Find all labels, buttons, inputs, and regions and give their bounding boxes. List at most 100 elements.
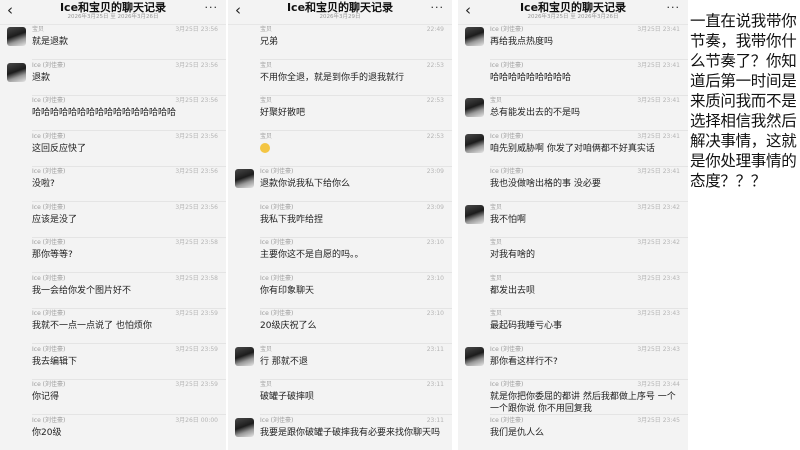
avatar[interactable] [465, 133, 484, 153]
more-icon[interactable]: ··· [205, 1, 219, 15]
message-time: 3月25日 23:56 [175, 97, 218, 104]
divider [490, 236, 688, 238]
message-text: 哈哈哈哈哈哈哈哈哈 [490, 72, 572, 83]
message-item[interactable]: 宝贝 22:53 不用你全退，就是到你手的退我就行 [228, 62, 452, 96]
message-item[interactable]: Ice (刘佳豪) 3月25日 23:59 你记得 [0, 381, 226, 415]
message-text: 就是你把你委屈的都讲 然后我都做上序号 一个一个跟你说 你不用回复我 [490, 392, 676, 414]
message-item[interactable]: 宝贝 3月25日 23:43 最起码我睡亏心事 [458, 310, 688, 344]
message-item[interactable]: Ice (刘佳豪) 3月25日 23:56 应该是没了 [0, 204, 226, 238]
chat-title: Ice和宝贝的聊天记录 [59, 1, 167, 14]
divider [490, 59, 688, 60]
more-icon[interactable]: ··· [431, 1, 445, 15]
message-item[interactable]: Ice (刘佳豪) 23:09 我私下我咋给捏 [228, 204, 452, 238]
divider [32, 272, 226, 273]
message-item[interactable]: 宝贝 23:11 行 那就不退 [228, 346, 452, 380]
chat-screen-3: ‹ Ice和宝贝的聊天记录 2026年3月25日 至 2026年3月26日 ··… [458, 0, 688, 450]
message-item[interactable]: 宝贝 22:49 兄弟 [228, 26, 452, 60]
sender-name: Ice (刘佳豪) [32, 381, 66, 388]
message-item[interactable]: Ice (刘佳豪) 3月25日 23:41 我也没做啥出格的事 没必要 [458, 168, 688, 202]
message-item[interactable]: Ice (刘佳豪) 23:11 我要是跟你破罐子破摔我有必要来找你聊天吗 [228, 417, 452, 450]
sender-name: 宝贝 [260, 61, 273, 69]
divider [260, 307, 452, 309]
message-text: 兄弟 [260, 37, 279, 47]
avatar[interactable] [465, 204, 484, 224]
avatar[interactable] [235, 169, 254, 188]
message-item[interactable]: Ice (刘佳豪) 3月25日 23:56 退款 [0, 62, 226, 96]
sender-name: Ice (刘佳豪) [32, 310, 66, 317]
message-text: 退款 [32, 72, 51, 83]
sender-name: Ice (刘佳豪) [32, 239, 66, 246]
message-item[interactable]: Ice (刘佳豪) 23:10 主要你这不是自愿的吗。。 [228, 239, 452, 273]
message-time: 23:09 [426, 168, 444, 175]
message-time: 23:09 [426, 203, 444, 211]
sender-name: 宝贝 [490, 239, 503, 246]
chat-screen-1: ‹ Ice和宝贝的聊天记录 2026年3月25日 至 2026年3月26日 ··… [0, 0, 226, 450]
message-item[interactable]: Ice (刘佳豪) 3月25日 23:56 哈哈哈哈哈哈哈哈哈哈哈哈哈哈哈哈 [0, 97, 226, 131]
sender-name: 宝贝 [260, 345, 273, 353]
more-icon[interactable]: ··· [667, 1, 681, 15]
message-item[interactable]: Ice (刘佳豪) 3月25日 23:59 我就不一点一点说了 也怕烦你 [0, 310, 226, 344]
message-item[interactable]: 宝贝 3月25日 23:43 都发出去呗 [458, 275, 688, 309]
message-item[interactable]: Ice (刘佳豪) 23:10 20级庆祝了么 [228, 310, 452, 344]
message-item[interactable]: Ice (刘佳豪) 3月25日 23:58 那你等等? [0, 239, 226, 273]
message-text: 你有印象聊天 [260, 285, 315, 296]
message-time: 23:11 [426, 345, 444, 353]
message-item[interactable]: 宝贝 3月25日 23:42 我不怕啊 [458, 204, 688, 238]
message-time: 23:11 [426, 416, 444, 424]
sender-name: 宝贝 [490, 203, 503, 211]
avatar[interactable] [465, 98, 484, 117]
message-item[interactable]: 宝贝 22:53 [228, 133, 452, 167]
message-text: 我们是仇人么 [490, 427, 545, 438]
message-time: 3月25日 23:41 [637, 168, 680, 175]
message-item[interactable]: Ice (刘佳豪) 3月26日 00:00 你20级 [0, 417, 226, 450]
message-time: 3月25日 23:44 [637, 381, 680, 388]
message-text: 行 那就不退 [260, 356, 308, 367]
message-item[interactable]: Ice (刘佳豪) 3月25日 23:44 就是你把你委屈的都讲 然后我都做上序号 … [458, 381, 688, 415]
avatar[interactable] [7, 62, 26, 82]
divider [32, 307, 226, 309]
divider [490, 94, 688, 96]
message-time: 22:53 [426, 132, 444, 140]
message-item[interactable]: Ice (刘佳豪) 3月25日 23:43 那你看这样行不? [458, 346, 688, 380]
message-item[interactable]: 宝贝 3月25日 23:42 对我有啥的 [458, 239, 688, 273]
message-time: 3月25日 23:43 [637, 274, 680, 282]
message-text: 这回反应快了 [32, 143, 87, 154]
message-item[interactable]: Ice (刘佳豪) 23:10 你有印象聊天 [228, 275, 452, 309]
message-item[interactable]: Ice (刘佳豪) 3月25日 23:41 咱先别威胁啊 你发了对咱俩都不好真实话 [458, 133, 688, 167]
chat-title: Ice和宝贝的聊天记录 [519, 1, 627, 14]
message-time: 23:10 [426, 310, 444, 317]
divider [490, 130, 688, 131]
sender-name: Ice (刘佳豪) [260, 310, 294, 317]
message-item[interactable]: Ice (刘佳豪) 3月25日 23:58 我一会给你发个图片好不 [0, 275, 226, 309]
avatar[interactable] [235, 417, 254, 437]
message-time: 23:10 [426, 239, 444, 246]
message-item[interactable]: Ice (刘佳豪) 3月25日 23:41 再给我点热度吗 [458, 26, 688, 60]
message-item[interactable]: Ice (刘佳豪) 3月25日 23:45 我们是仇人么 [458, 417, 688, 450]
message-text: 我不怕啊 [490, 214, 527, 225]
message-item[interactable]: 宝贝 3月25日 23:56 就是退款 [0, 26, 226, 60]
message-time: 3月25日 23:56 [175, 26, 218, 33]
message-text: 对我有啥的 [490, 250, 536, 260]
message-time: 3月26日 00:00 [175, 416, 218, 424]
message-time: 3月25日 23:58 [175, 274, 218, 282]
nav-bar: ‹ Ice和宝贝的聊天记录 2026年3月25日 至 2026年3月26日 ··… [0, 0, 226, 25]
message-item[interactable]: Ice (刘佳豪) 3月25日 23:41 哈哈哈哈哈哈哈哈哈 [458, 62, 688, 96]
message-item[interactable]: Ice (刘佳豪) 3月25日 23:56 这回反应快了 [0, 133, 226, 167]
message-item[interactable]: 宝贝 22:53 好聚好散吧 [228, 97, 452, 131]
avatar[interactable] [465, 346, 484, 366]
avatar[interactable] [7, 27, 26, 46]
message-time: 22:49 [426, 26, 444, 33]
divider [32, 378, 226, 380]
sender-name: Ice (刘佳豪) [490, 61, 524, 69]
message-item[interactable]: Ice (刘佳豪) 3月25日 23:59 我去编辑下 [0, 346, 226, 380]
message-text: 好聚好散吧 [260, 108, 306, 118]
message-item[interactable]: 宝贝 3月25日 23:41 总有能发出去的不是吗 [458, 97, 688, 131]
message-item[interactable]: Ice (刘佳豪) 3月25日 23:56 没啦? [0, 168, 226, 202]
chat-title: Ice和宝贝的聊天记录 [286, 1, 394, 14]
message-item[interactable]: 宝贝 23:11 破罐子破摔呗 [228, 381, 452, 415]
message-text: 就是退款 [32, 37, 69, 47]
avatar[interactable] [235, 346, 254, 366]
avatar[interactable] [465, 27, 484, 46]
message-time: 3月25日 23:59 [175, 345, 218, 353]
message-item[interactable]: Ice (刘佳豪) 23:09 退款你说我私下给你么 [228, 168, 452, 202]
